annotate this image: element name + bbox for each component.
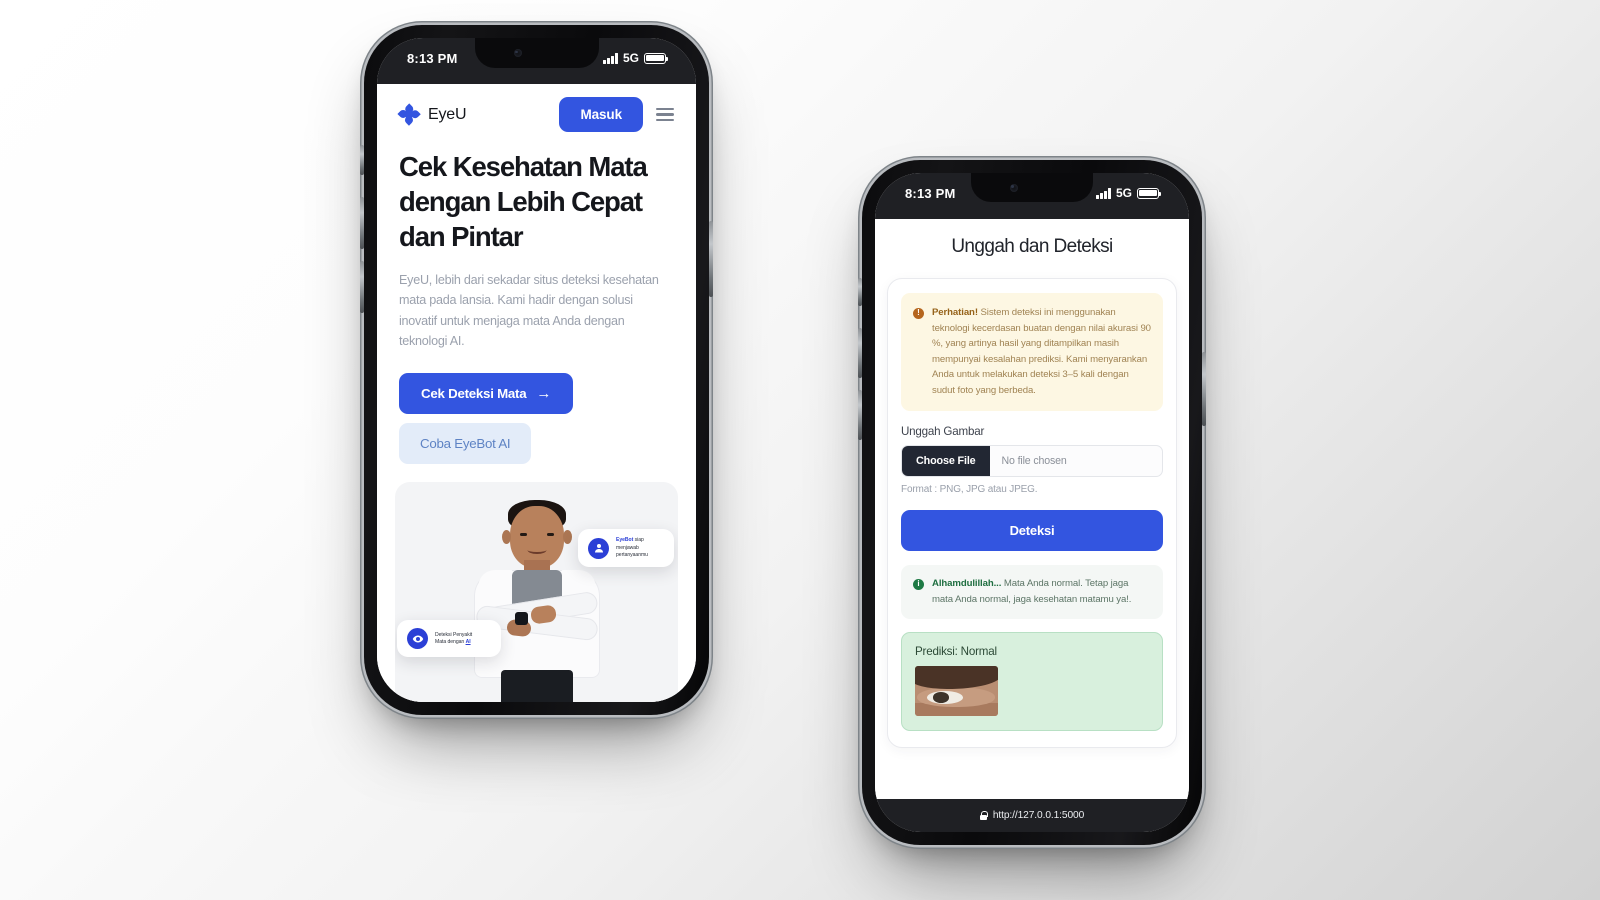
badge-chat-line2: menjawab	[616, 544, 639, 551]
warning-alert-bold: Perhatian!	[932, 307, 978, 318]
lock-icon	[979, 811, 988, 820]
prediction-label: Prediksi: Normal	[915, 645, 997, 659]
volume-up-button[interactable]	[360, 197, 364, 249]
status-indicators-2: 5G	[1096, 186, 1162, 200]
url-text: http://127.0.0.1:5000	[992, 810, 1085, 821]
front-camera-icon	[513, 49, 522, 57]
brand[interactable]: EyeU	[397, 102, 467, 127]
landing-page-body: EyeU Masuk Cek Kesehatan Mata dengan Leb…	[377, 84, 696, 702]
phone2-status-bar: 8:13 PM 5G	[875, 173, 1189, 219]
badge-eyebot-chat: EyeBot siap menjawab pertanyaanmu	[578, 529, 674, 567]
cek-deteksi-mata-button[interactable]: Cek Deteksi Mata →	[399, 373, 574, 415]
badge-chat-line3: pertanyaanmu	[616, 551, 648, 558]
status-indicators: 5G	[603, 51, 669, 65]
network-type-label-2: 5G	[1115, 186, 1132, 200]
upload-label: Unggah Gambar	[901, 425, 985, 439]
power-button-2[interactable]	[1202, 352, 1206, 426]
success-alert-bold: Alhamdulillah...	[932, 578, 1002, 590]
power-button[interactable]	[709, 221, 713, 297]
mute-switch-2[interactable]	[858, 278, 862, 306]
phone1-status-bar: 8:13 PM 5G	[377, 38, 696, 84]
eye-scan-icon	[407, 628, 428, 650]
coba-eyebot-ai-button[interactable]: Coba EyeBot AI	[399, 423, 532, 465]
network-type-label: 5G	[622, 51, 639, 65]
info-circle-icon: i	[913, 578, 924, 590]
phone2-notch	[971, 173, 1093, 202]
phone1-screen: 8:13 PM 5G EyeU Masuk Cek Kesehatan Mata…	[377, 38, 696, 702]
battery-icon	[644, 52, 669, 64]
hero-image-card: EyeBot siap menjawab pertanyaanmu Deteks…	[395, 482, 678, 702]
status-time: 8:13 PM	[407, 51, 458, 66]
choose-file-button[interactable]: Choose File	[902, 446, 990, 477]
eyeu-flower-logo-icon	[397, 102, 421, 127]
phone-mockup-detection: 8:13 PM 5G Unggah dan Deteksi ! Perhatia…	[858, 160, 1206, 845]
signal-bars-icon	[603, 52, 618, 64]
hero-cta-group: Cek Deteksi Mata → Coba EyeBot AI	[399, 373, 674, 465]
navbar-actions: Masuk	[559, 97, 674, 132]
battery-icon-2	[1137, 187, 1162, 199]
front-camera-icon-2	[1009, 183, 1018, 192]
browser-url-bar[interactable]: http://127.0.0.1:5000	[875, 799, 1189, 832]
detection-card: ! Perhatian! Sistem deteksi ini mengguna…	[887, 278, 1177, 749]
page-title: Unggah dan Deteksi	[951, 236, 1113, 257]
prediction-result-card: Prediksi: Normal	[901, 632, 1163, 732]
signal-bars-icon-2	[1096, 187, 1111, 199]
badge-eye-detection: Deteksi Penyakit Mata dengan AI	[397, 620, 501, 658]
file-input[interactable]: Choose File No file chosen	[901, 445, 1163, 478]
chat-bot-avatar-icon	[588, 537, 609, 559]
format-hint: Format : PNG, JPG atau JPEG.	[901, 484, 1038, 496]
status-time-2: 8:13 PM	[905, 186, 956, 201]
detection-page-body: Unggah dan Deteksi ! Perhatian! Sistem d…	[875, 219, 1189, 799]
phone1-notch	[474, 38, 599, 68]
deteksi-button[interactable]: Deteksi	[901, 510, 1163, 552]
badge-detect-line1: Deteksi Penyakit	[435, 631, 473, 638]
badge-chat-text: EyeBot siap menjawab pertanyaanmu	[616, 537, 648, 559]
phone-mockup-landing: 8:13 PM 5G EyeU Masuk Cek Kesehatan Mata…	[360, 25, 713, 715]
warning-alert-text: Perhatian! Sistem deteksi ini menggunaka…	[932, 305, 1151, 398]
success-alert: i Alhamdulillah... Mata Anda normal. Tet…	[901, 565, 1163, 620]
file-status-label: No file chosen	[1001, 455, 1067, 468]
brand-name: EyeU	[428, 105, 467, 123]
site-navbar: EyeU Masuk	[377, 84, 696, 144]
cta-primary-label: Cek Deteksi Mata	[421, 386, 527, 402]
badge-detect-ai-highlight: AI	[465, 638, 471, 645]
mute-switch[interactable]	[360, 145, 364, 175]
warning-alert: ! Perhatian! Sistem deteksi ini mengguna…	[901, 293, 1163, 412]
success-alert-text: Alhamdulillah... Mata Anda normal. Tetap…	[932, 576, 1151, 607]
warning-circle-icon: !	[913, 307, 924, 319]
doctor-photo	[458, 494, 616, 702]
badge-chat-line1-rest: siap	[633, 537, 644, 544]
phone2-screen: 8:13 PM 5G Unggah dan Deteksi ! Perhatia…	[875, 173, 1189, 832]
volume-up-button-2[interactable]	[858, 328, 862, 378]
volume-down-button[interactable]	[360, 261, 364, 313]
login-button[interactable]: Masuk	[559, 97, 643, 132]
volume-down-button-2[interactable]	[858, 390, 862, 440]
hero-heading: Cek Kesehatan Mata dengan Lebih Cepat da…	[399, 151, 648, 252]
eye-thumbnail	[915, 666, 998, 717]
arrow-right-icon: →	[536, 385, 552, 403]
badge-detect-text: Deteksi Penyakit Mata dengan AI	[435, 632, 472, 646]
hero-section: Cek Kesehatan Mata dengan Lebih Cepat da…	[377, 144, 696, 465]
warning-alert-body: Sistem deteksi ini menggunakan teknologi…	[932, 307, 1151, 396]
hamburger-menu-icon[interactable]	[656, 106, 674, 124]
hero-paragraph: EyeU, lebih dari sekadar situs deteksi k…	[399, 272, 659, 348]
badge-chat-line1-bold: EyeBot	[616, 537, 634, 544]
badge-detect-line2: Mata dengan	[435, 638, 466, 645]
